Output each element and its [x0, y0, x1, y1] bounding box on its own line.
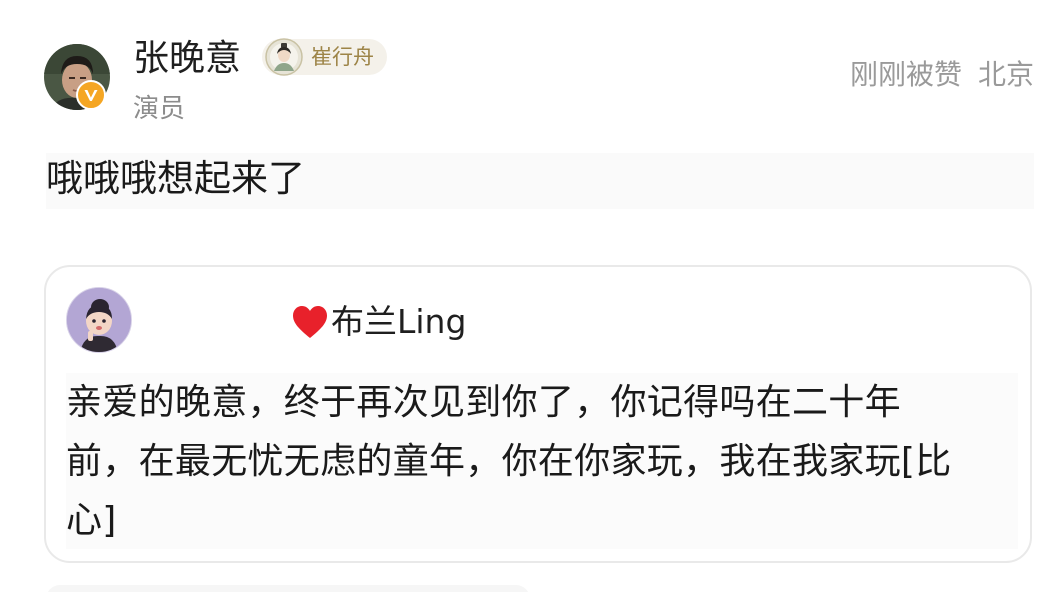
comment-meta: 刚刚被赞 北京	[850, 55, 1034, 95]
comment-text[interactable]: 哦哦哦想起来了	[46, 153, 1034, 209]
quoted-author-avatar[interactable]	[66, 287, 132, 353]
red-heart-icon	[293, 306, 327, 338]
comment-time: 刚刚被赞	[849, 58, 962, 91]
comment-location: 北京	[977, 58, 1034, 91]
fan-badge[interactable]: 崔行舟	[262, 38, 387, 76]
quoted-text-line: 心]	[66, 500, 117, 541]
quoted-author-name-text: 布兰Ling	[331, 302, 467, 341]
quoted-text-line: 前，在最无忧无虑的童年，你在你家玩，我在我家玩[比	[66, 441, 952, 482]
quoted-author-name[interactable]: 布兰Ling	[291, 300, 466, 344]
fan-badge-label: 崔行舟	[311, 45, 374, 69]
quoted-text-line: 亲爱的晚意，终于再次见到你了，你记得吗在二十年	[66, 382, 901, 423]
verified-badge	[76, 80, 106, 110]
comment-view: 张晚意 崔行舟 演员 刚刚被赞 北京 哦哦哦想起来了 布兰Ling 亲爱的晚意，…	[0, 0, 1050, 592]
verified-v-badge-icon	[76, 80, 106, 110]
quoted-post-text: 亲爱的晚意，终于再次见到你了，你记得吗在二十年 前，在最无忧无虑的童年，你在你家…	[66, 373, 1018, 549]
author-name[interactable]: 张晚意	[133, 36, 241, 82]
quoted-post-card[interactable]: 布兰Ling 亲爱的晚意，终于再次见到你了，你记得吗在二十年 前，在最无忧无虑的…	[44, 265, 1032, 563]
fan-badge-portrait-icon	[265, 38, 303, 76]
author-title: 演员	[133, 94, 186, 124]
next-item-edge	[46, 585, 530, 592]
cartoon-avatar-icon	[66, 287, 132, 353]
